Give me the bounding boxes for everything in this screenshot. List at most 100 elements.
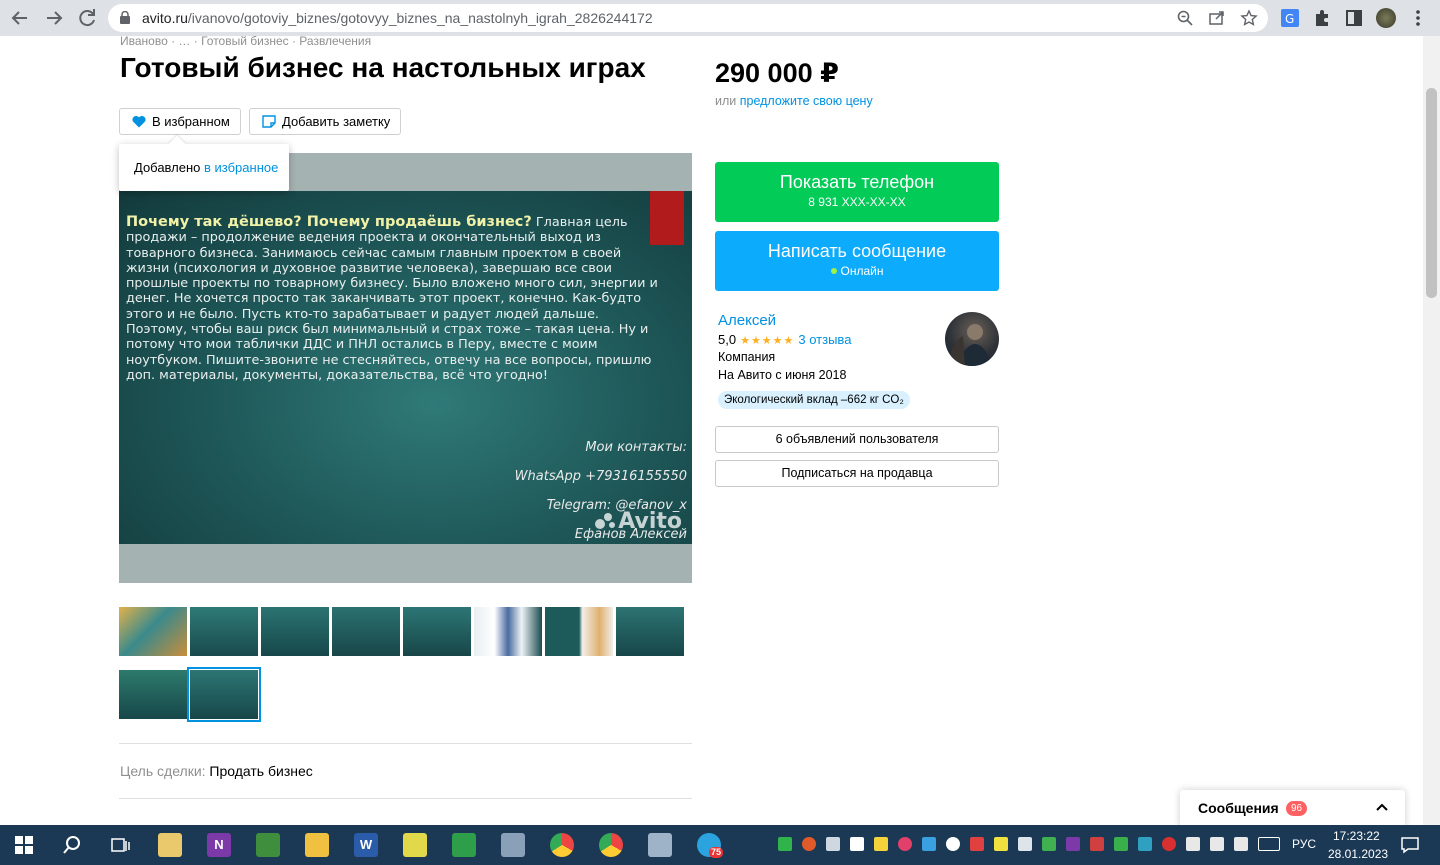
deal-purpose-param: Цель сделки: Продать бизнес xyxy=(120,763,313,779)
windows-start-icon[interactable] xyxy=(12,833,36,857)
chevron-up-icon[interactable] xyxy=(1375,800,1389,817)
notifications-icon[interactable] xyxy=(1398,833,1422,857)
messages-count-badge: 96 xyxy=(1286,801,1308,816)
tray-network-icon[interactable] xyxy=(1210,837,1224,851)
url-text: avito.ru/ivanovo/gotoviy_biznes/gotovyy_… xyxy=(142,10,653,26)
seller-name-link[interactable]: Алексей xyxy=(718,312,776,329)
editor-app-icon[interactable] xyxy=(256,833,280,857)
search-icon[interactable] xyxy=(60,833,84,857)
tray-app-icon[interactable] xyxy=(1162,837,1176,851)
forward-arrow-icon[interactable] xyxy=(42,6,66,30)
onenote-icon[interactable]: N xyxy=(207,833,231,857)
gallery-thumbnail-1[interactable] xyxy=(119,607,187,656)
lock-icon xyxy=(120,11,130,24)
tray-app-icon[interactable] xyxy=(1114,837,1128,851)
tray-antivirus-icon[interactable] xyxy=(778,837,792,851)
add-note-button[interactable]: Добавить заметку xyxy=(249,108,402,135)
seller-type: Компания xyxy=(718,350,776,364)
write-message-button[interactable]: Написать сообщение Онлайн xyxy=(715,231,999,291)
app-icon[interactable] xyxy=(501,833,525,857)
seller-avatar[interactable] xyxy=(945,312,999,366)
tray-app-icon[interactable] xyxy=(1042,837,1056,851)
slide-text: Почему так дёшево? Почему продаёшь бизне… xyxy=(126,214,661,383)
tooltip-text: Добавлено xyxy=(134,160,205,175)
heart-icon xyxy=(132,115,146,128)
word-icon[interactable]: W xyxy=(354,833,378,857)
tray-display-icon[interactable] xyxy=(826,837,840,851)
telegram-icon[interactable]: 75 xyxy=(697,833,724,858)
show-phone-button[interactable]: Показать телефон 8 931 XXX-XX-XX xyxy=(715,162,999,222)
user-ads-button[interactable]: 6 объявлений пользователя xyxy=(715,426,999,453)
chrome-icon[interactable] xyxy=(599,833,623,857)
translate-extension-icon[interactable]: G xyxy=(1280,8,1300,28)
online-dot-icon xyxy=(830,268,837,274)
tray-document-icon[interactable] xyxy=(850,837,864,851)
keyboard-icon[interactable] xyxy=(1258,837,1280,851)
tray-onenote-icon[interactable] xyxy=(1066,837,1080,851)
sticky-notes-icon[interactable] xyxy=(403,833,427,857)
zoom-icon[interactable] xyxy=(1176,9,1194,27)
input-language[interactable]: РУС xyxy=(1292,837,1316,851)
side-panel-icon[interactable] xyxy=(1344,8,1364,28)
gallery-thumbnail-9[interactable] xyxy=(119,670,187,719)
messages-panel[interactable]: Сообщения 96 xyxy=(1180,790,1405,825)
subscribe-seller-button[interactable]: Подписаться на продавца xyxy=(715,460,999,487)
slide-body: Главная цель продажи – продолжение веден… xyxy=(126,215,658,383)
eco-badge[interactable]: Экологический вклад –662 кг CO₂ xyxy=(718,391,910,409)
breadcrumb[interactable]: Иваново · … · Готовый бизнес · Развлечен… xyxy=(120,36,371,48)
page-title: Готовый бизнес на настольных играх xyxy=(120,52,646,83)
online-status: Онлайн xyxy=(715,264,999,278)
tray-app-icon[interactable] xyxy=(946,837,960,851)
seller-since: На Авито с июня 2018 xyxy=(718,368,847,382)
tooltip-arrow xyxy=(168,135,186,153)
favorite-button[interactable]: В избранном xyxy=(119,108,241,135)
notes-app-icon[interactable] xyxy=(158,833,182,857)
favorite-tooltip: Добавлено в избранное xyxy=(119,135,289,191)
task-view-icon[interactable] xyxy=(108,833,132,857)
page-scrollbar[interactable] xyxy=(1423,36,1440,825)
tray-volume-icon[interactable] xyxy=(1234,837,1248,851)
offer-price-link[interactable]: предложите свою цену xyxy=(740,94,873,108)
calculator-icon[interactable] xyxy=(648,833,672,857)
clock-time[interactable]: 17:23:22 xyxy=(1333,829,1380,843)
tray-window-icon[interactable] xyxy=(1018,837,1032,851)
back-arrow-icon[interactable] xyxy=(8,6,32,30)
note-icon xyxy=(262,115,276,128)
seller-rating: 5,0 ★★★★★ 3 отзыва xyxy=(718,332,852,347)
contacts-whatsapp: WhatsApp +79316155550 xyxy=(514,469,687,484)
gallery-thumbnail-2[interactable] xyxy=(190,607,258,656)
phone-number: 8 931 XXX-XX-XX xyxy=(808,195,906,209)
tray-battery-icon[interactable] xyxy=(1186,837,1200,851)
share-icon[interactable] xyxy=(1208,9,1226,27)
gallery-thumbnail-8[interactable] xyxy=(616,607,684,656)
profile-avatar[interactable] xyxy=(1376,8,1396,28)
sheets-icon[interactable] xyxy=(452,833,476,857)
scrollbar-thumb[interactable] xyxy=(1426,88,1437,298)
tray-app-icon[interactable] xyxy=(802,837,816,851)
tray-app-icon[interactable] xyxy=(898,837,912,851)
gallery-thumbnail-7[interactable] xyxy=(545,607,613,656)
gallery-thumbnail-6[interactable] xyxy=(474,607,542,656)
tray-notes-icon[interactable] xyxy=(874,837,888,851)
tooltip-favorites-link[interactable]: в избранное xyxy=(204,160,278,175)
reload-icon[interactable] xyxy=(75,6,99,30)
bookmark-star-icon[interactable] xyxy=(1240,9,1258,27)
file-explorer-icon[interactable] xyxy=(305,833,329,857)
gallery-thumbnail-10[interactable] xyxy=(187,667,261,722)
tray-app-icon[interactable] xyxy=(970,837,984,851)
reviews-link[interactable]: 3 отзыва xyxy=(798,332,851,347)
main-photo[interactable]: Почему так дёшево? Почему продаёшь бизне… xyxy=(119,153,692,583)
gallery-thumbnail-4[interactable] xyxy=(332,607,400,656)
slide-heading: Почему так дёшево? Почему продаёшь бизне… xyxy=(126,214,532,230)
clock-date[interactable]: 28.01.2023 xyxy=(1328,847,1388,861)
address-bar[interactable]: avito.ru/ivanovo/gotoviy_biznes/gotovyy_… xyxy=(108,4,1268,32)
gallery-thumbnail-3[interactable] xyxy=(261,607,329,656)
tray-screenshot-icon[interactable] xyxy=(922,837,936,851)
tray-app-icon[interactable] xyxy=(1090,837,1104,851)
gallery-thumbnail-5[interactable] xyxy=(403,607,471,656)
chrome-icon[interactable] xyxy=(550,833,574,857)
tray-app-icon[interactable] xyxy=(994,837,1008,851)
tray-app-icon[interactable] xyxy=(1138,837,1152,851)
browser-menu-icon[interactable] xyxy=(1408,8,1428,28)
extensions-puzzle-icon[interactable] xyxy=(1312,8,1332,28)
